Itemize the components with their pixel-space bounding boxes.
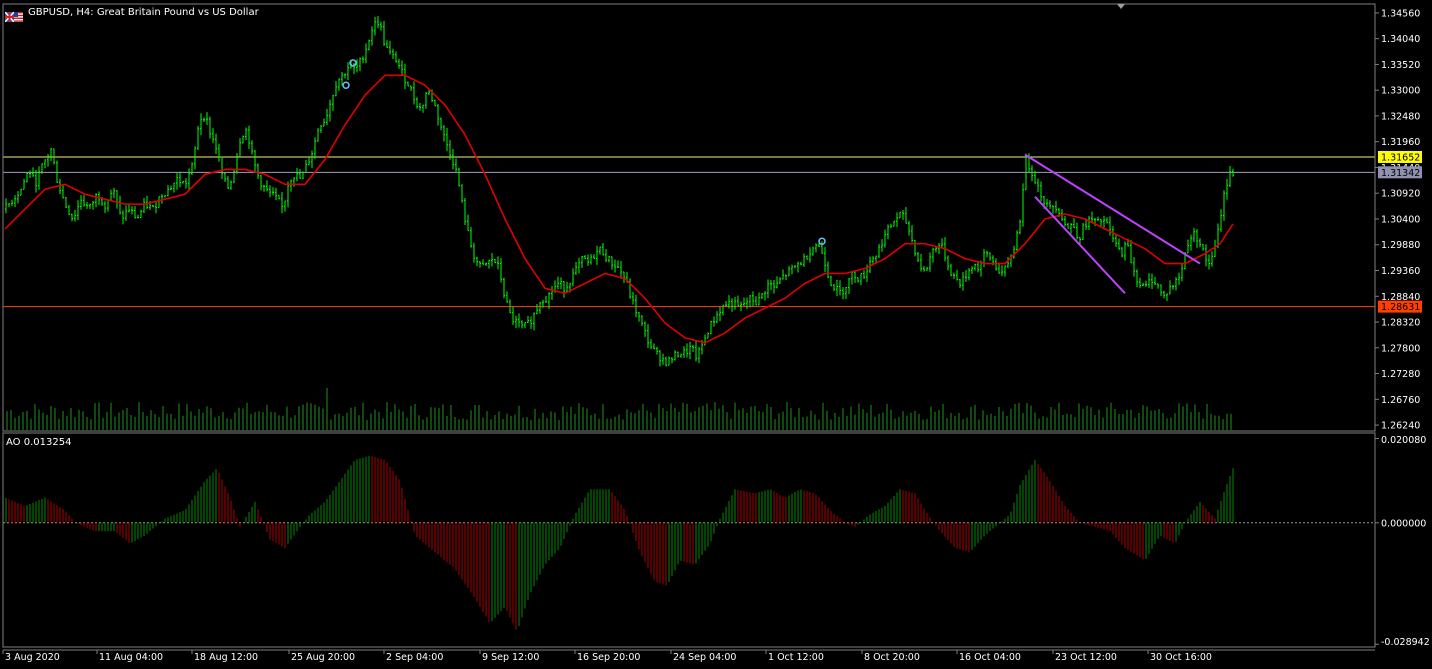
time-axis-label: 16 Sep 20:00 (577, 652, 640, 663)
price-tag-label: 1.28631 (1381, 302, 1420, 313)
price-axis-label: 1.33520 (1381, 60, 1420, 71)
uk-flag-icon (4, 7, 15, 23)
ao-panel[interactable] (3, 455, 1375, 630)
time-axis-label: 25 Aug 20:00 (291, 652, 355, 663)
chart-canvas[interactable]: 1.34560 1.34040 1.33520 1.33000 1.32480 1.319… (0, 0, 1432, 665)
price-axis-label: 1.29880 (1381, 240, 1420, 251)
price-axis-label: 1.31960 (1381, 137, 1420, 148)
price-axis-label: 1.33000 (1381, 86, 1420, 97)
price-axis-label: 1.27800 (1381, 343, 1420, 354)
price-axis-label: 1.34040 (1381, 34, 1420, 45)
symbol-label: GBPUSD, H4: (28, 7, 94, 18)
time-axis-label: 16 Oct 04:00 (959, 652, 1021, 663)
price-panel-border (2, 3, 1376, 432)
ao-axis-label: 0.020080 (1381, 435, 1426, 446)
price-axis-label: 1.32480 (1381, 111, 1420, 122)
time-axis-label: 2 Sep 04:00 (386, 652, 443, 663)
price-axis-label: 1.34560 (1381, 8, 1420, 19)
price-axis-label: 1.26240 (1381, 421, 1420, 432)
time-axis-label: 8 Oct 20:00 (864, 652, 920, 663)
chart-title: GBPUSD, H4: Great Britain Pound vs US Do… (28, 7, 259, 18)
trendline[interactable] (1034, 196, 1126, 294)
time-axis-label: 30 Oct 16:00 (1150, 652, 1212, 663)
chart-shift-icon[interactable] (1117, 4, 1125, 9)
time-axis-label: 9 Sep 12:00 (482, 652, 539, 663)
time-axis-label: 18 Aug 12:00 (194, 652, 258, 663)
symbol-description: Great Britain Pound vs US Dollar (96, 7, 259, 18)
time-axis-label: 23 Oct 12:00 (1055, 652, 1117, 663)
price-tag-label: 1.31342 (1381, 168, 1420, 179)
time-axis-label: 11 Aug 04:00 (99, 652, 163, 663)
us-flag-icon (14, 7, 23, 22)
time-axis-label: 1 Oct 12:00 (768, 652, 824, 663)
price-axis-label: 1.30920 (1381, 189, 1420, 200)
chart-window[interactable]: 1.34560 1.34040 1.33520 1.33000 1.32480 1.319… (0, 0, 1432, 665)
price-panel[interactable] (3, 16, 1375, 430)
axes: 1.34560 1.34040 1.33520 1.33000 1.32480 1.319… (2, 3, 1430, 663)
trendline[interactable] (1024, 153, 1201, 265)
ao-panel-border (2, 432, 1376, 648)
ao-indicator-label: AO 0.013254 (6, 437, 72, 448)
time-axis-label: 24 Sep 04:00 (673, 652, 736, 663)
ao-axis-label: -0.028942 (1381, 637, 1430, 648)
moving-average-line[interactable] (4, 74, 1234, 344)
price-axis-label: 1.30400 (1381, 214, 1420, 225)
price-axis-label: 1.28320 (1381, 318, 1420, 329)
price-axis-label: 1.26760 (1381, 395, 1420, 406)
time-axis-label: 3 Aug 2020 (5, 652, 60, 663)
price-axis-label: 1.27280 (1381, 369, 1420, 380)
signal-marker-icon[interactable] (342, 81, 350, 89)
price-tag-label: 1.31652 (1381, 152, 1420, 163)
price-axis-label: 1.29360 (1381, 266, 1420, 277)
ao-axis-label: 0.000000 (1381, 518, 1426, 529)
